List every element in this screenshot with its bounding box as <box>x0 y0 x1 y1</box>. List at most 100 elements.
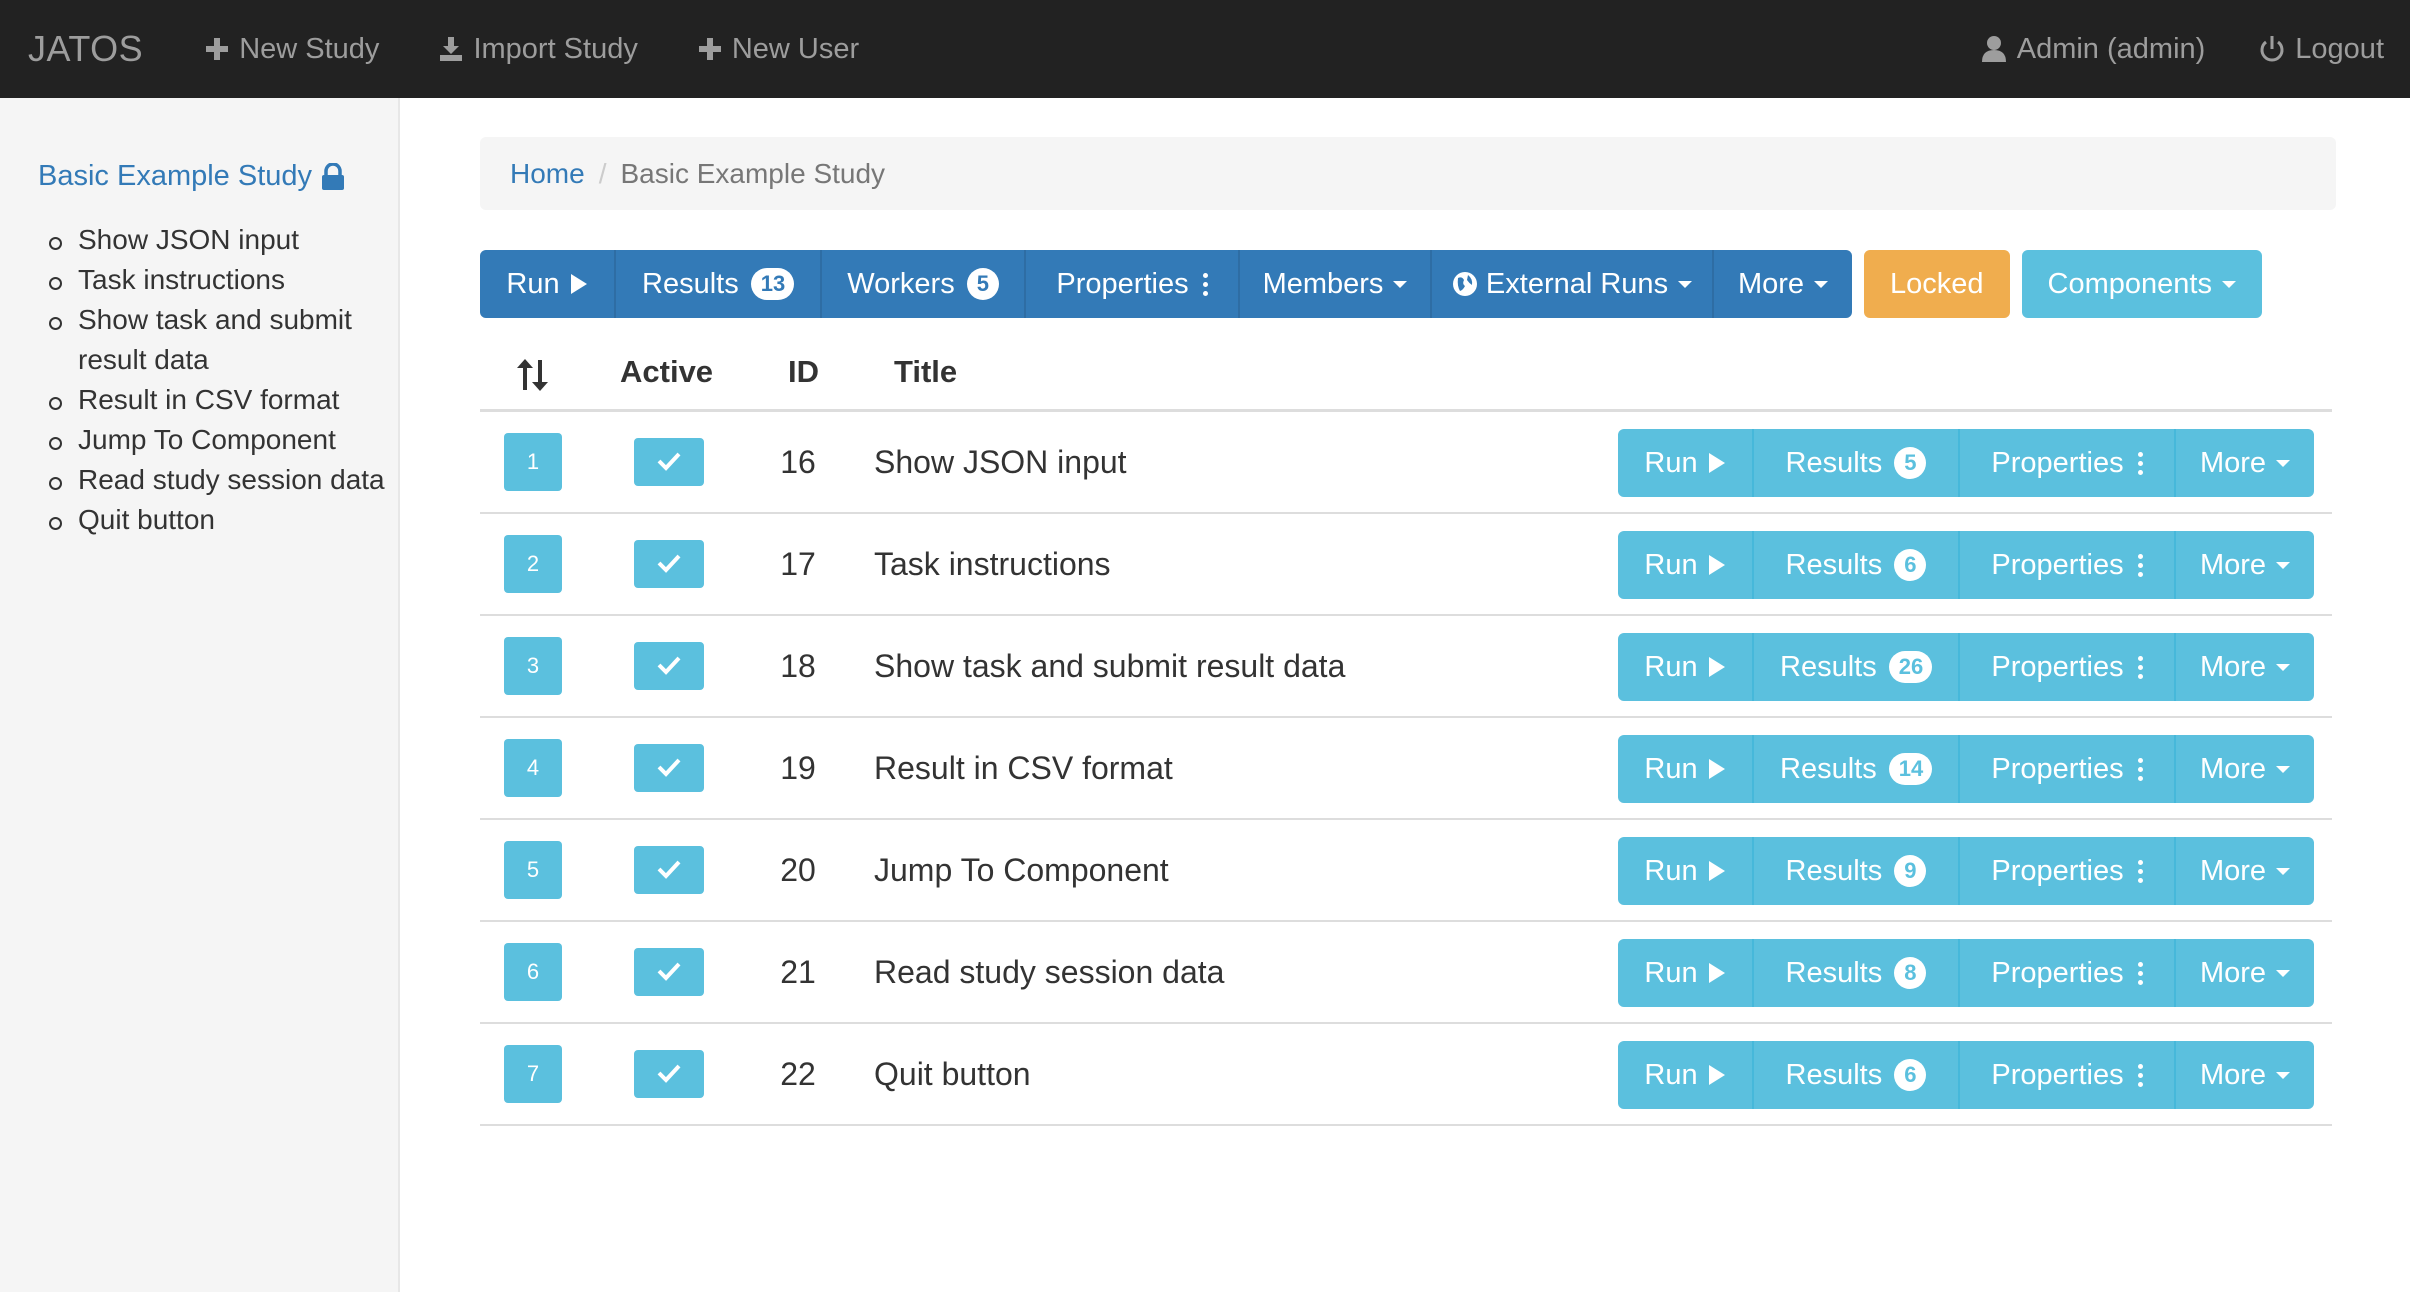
component-properties-button[interactable]: Properties <box>1960 531 2176 599</box>
breadcrumb-home-link[interactable]: Home <box>510 158 585 190</box>
component-id: 16 <box>780 444 816 480</box>
study-members-button[interactable]: Members <box>1240 250 1432 318</box>
study-external-runs-button[interactable]: External Runs <box>1432 250 1714 318</box>
study-run-button[interactable]: Run <box>480 250 616 318</box>
component-more-button[interactable]: More <box>2176 531 2314 599</box>
import-study-link[interactable]: Import Study <box>439 33 638 66</box>
results-badge: 26 <box>1888 651 1932 683</box>
component-run-button[interactable]: Run <box>1618 939 1754 1007</box>
active-checkbox[interactable] <box>634 948 704 996</box>
active-checkbox[interactable] <box>634 744 704 792</box>
study-results-button[interactable]: Results 13 <box>616 250 822 318</box>
position-button[interactable]: 1 <box>504 433 562 491</box>
position-button[interactable]: 3 <box>504 637 562 695</box>
properties-label: Properties <box>1991 446 2124 479</box>
component-title: Show task and submit result data <box>874 648 1346 684</box>
position-button[interactable]: 7 <box>504 1045 562 1103</box>
properties-label: Properties <box>1991 1058 2124 1091</box>
active-checkbox[interactable] <box>634 540 704 588</box>
table-row: 6 21 Read study session data Run Results… <box>480 922 2332 1024</box>
locked-label: Locked <box>1890 267 1984 300</box>
component-properties-button[interactable]: Properties <box>1960 939 2176 1007</box>
results-badge: 5 <box>1894 447 1927 479</box>
position-button[interactable]: 4 <box>504 739 562 797</box>
component-run-button[interactable]: Run <box>1618 735 1754 803</box>
position-button[interactable]: 6 <box>504 943 562 1001</box>
more-label: More <box>2199 956 2267 989</box>
caret-down-icon <box>2276 765 2291 773</box>
sidebar-component-item[interactable]: Jump To Component <box>49 420 398 460</box>
results-badge: 9 <box>1894 855 1927 887</box>
study-external-runs-label: External Runs <box>1485 267 1669 300</box>
power-icon <box>2259 35 2285 63</box>
component-results-button[interactable]: Results 6 <box>1754 1041 1960 1109</box>
component-run-button[interactable]: Run <box>1618 837 1754 905</box>
table-row: 1 16 Show JSON input Run Results 5 Proper… <box>480 412 2332 514</box>
check-icon <box>656 752 682 784</box>
logout-label: Logout <box>2295 32 2384 65</box>
component-run-button[interactable]: Run <box>1618 1041 1754 1109</box>
component-results-button[interactable]: Results 5 <box>1754 429 1960 497</box>
check-icon <box>656 854 682 886</box>
component-properties-button[interactable]: Properties <box>1960 735 2176 803</box>
sidebar-component-item[interactable]: Show task and submit result data <box>49 300 398 380</box>
component-id: 17 <box>780 546 816 582</box>
component-more-button[interactable]: More <box>2176 429 2314 497</box>
position-button[interactable]: 2 <box>504 535 562 593</box>
component-run-button[interactable]: Run <box>1618 633 1754 701</box>
sidebar-component-item[interactable]: Result in CSV format <box>49 380 398 420</box>
component-properties-button[interactable]: Properties <box>1960 837 2176 905</box>
component-run-button[interactable]: Run <box>1618 531 1754 599</box>
run-label: Run <box>1644 548 1698 581</box>
row-actions: Run Results 26 Properties More <box>1618 633 2314 701</box>
breadcrumb: Home / Basic Example Study <box>480 137 2336 210</box>
component-results-button[interactable]: Results 26 <box>1754 633 1960 701</box>
user-link[interactable]: Admin (admin) <box>1981 33 2205 66</box>
sort-icon[interactable] <box>516 358 550 400</box>
lock-icon <box>320 162 346 191</box>
active-checkbox[interactable] <box>634 642 704 690</box>
sidebar-study-link[interactable]: Basic Example Study <box>38 160 346 193</box>
component-properties-button[interactable]: Properties <box>1960 633 2176 701</box>
locked-button[interactable]: Locked <box>1864 250 2010 318</box>
results-badge: 14 <box>1888 753 1932 785</box>
active-checkbox[interactable] <box>634 846 704 894</box>
component-results-button[interactable]: Results 6 <box>1754 531 1960 599</box>
study-properties-label: Properties <box>1056 267 1189 300</box>
component-properties-button[interactable]: Properties <box>1960 429 2176 497</box>
components-button[interactable]: Components <box>2021 250 2262 318</box>
study-more-button[interactable]: More <box>1714 250 1852 318</box>
study-workers-button[interactable]: Workers 5 <box>822 250 1026 318</box>
component-results-button[interactable]: Results 9 <box>1754 837 1960 905</box>
study-properties-button[interactable]: Properties <box>1026 250 1240 318</box>
component-properties-button[interactable]: Properties <box>1960 1041 2176 1109</box>
new-user-link[interactable]: New User <box>698 33 859 66</box>
component-more-button[interactable]: More <box>2176 1041 2314 1109</box>
component-results-button[interactable]: Results 14 <box>1754 735 1960 803</box>
sidebar-component-item[interactable]: Task instructions <box>49 260 398 300</box>
user-icon <box>1981 35 2007 63</box>
run-label: Run <box>1644 752 1698 785</box>
logout-link[interactable]: Logout <box>2259 33 2384 66</box>
caret-down-icon <box>1393 280 1408 288</box>
plus-icon <box>205 37 229 61</box>
component-title: Result in CSV format <box>874 750 1173 786</box>
sidebar-component-item[interactable]: Read study session data <box>49 460 398 500</box>
new-study-link[interactable]: New Study <box>205 33 379 66</box>
brand-logo[interactable]: JATOS <box>28 28 143 70</box>
active-checkbox[interactable] <box>634 1050 704 1098</box>
component-more-button[interactable]: More <box>2176 837 2314 905</box>
active-checkbox[interactable] <box>634 438 704 486</box>
component-more-button[interactable]: More <box>2176 633 2314 701</box>
import-icon <box>439 36 463 62</box>
sidebar-component-item[interactable]: Quit button <box>49 500 398 540</box>
component-more-button[interactable]: More <box>2176 939 2314 1007</box>
component-more-button[interactable]: More <box>2176 735 2314 803</box>
component-run-button[interactable]: Run <box>1618 429 1754 497</box>
component-results-button[interactable]: Results 8 <box>1754 939 1960 1007</box>
breadcrumb-separator: / <box>598 157 607 189</box>
sidebar-component-item[interactable]: Show JSON input <box>49 220 398 260</box>
navbar-right: Admin (admin) Logout <box>1953 33 2410 66</box>
component-id: 18 <box>780 648 816 684</box>
position-button[interactable]: 5 <box>504 841 562 899</box>
